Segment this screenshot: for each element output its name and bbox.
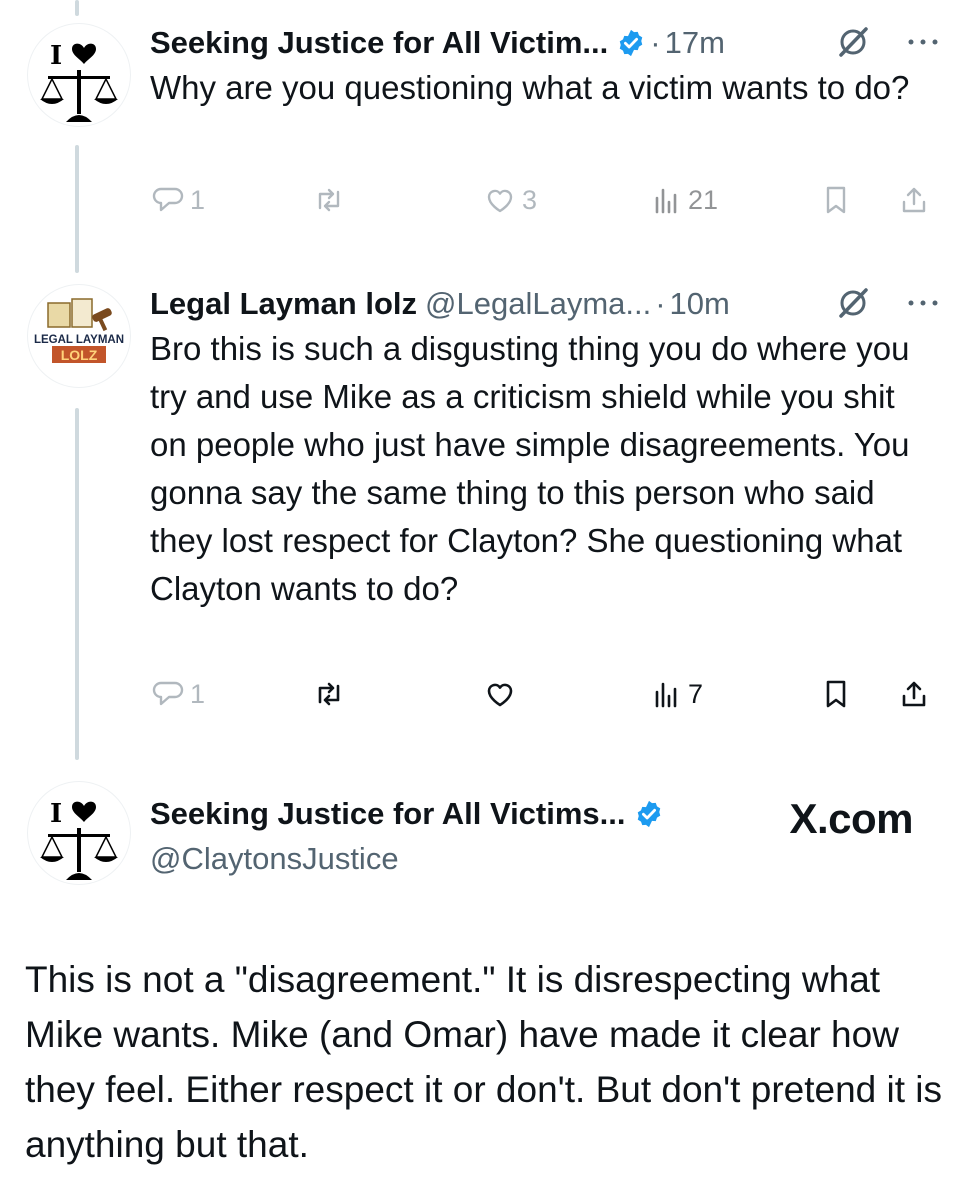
tweet-text: Bro this is such a disgusting thing you … bbox=[150, 330, 910, 607]
share-button[interactable] bbox=[898, 184, 930, 216]
heart-icon bbox=[487, 683, 513, 707]
avatar[interactable]: I bbox=[28, 24, 130, 126]
tweet-1[interactable]: Seeking Justice for All Victim... · 17m … bbox=[150, 22, 943, 112]
separator-dot: · bbox=[650, 25, 661, 60]
legal-layman-logo: LEGAL LAYMAN LOLZ bbox=[34, 298, 124, 363]
like-count: 3 bbox=[522, 184, 538, 215]
more-options-icon[interactable] bbox=[903, 24, 943, 60]
bookmark-icon bbox=[826, 186, 846, 214]
timestamp[interactable]: 10m bbox=[670, 286, 730, 322]
tweet-header: Legal Layman lolz @LegalLayma... · 10m bbox=[150, 283, 943, 325]
bookmark-icon bbox=[826, 680, 846, 708]
author-handle[interactable]: @LegalLayma... bbox=[425, 286, 651, 322]
author-handle[interactable]: @ClaytonsJustice bbox=[150, 835, 723, 883]
tweet-header: Seeking Justice for All Victim... · 17m bbox=[150, 22, 943, 64]
tweet-2[interactable]: Legal Layman lolz @LegalLayma... · 10m B… bbox=[150, 283, 943, 613]
reply-icon bbox=[152, 681, 184, 706]
avatar[interactable]: I bbox=[28, 782, 130, 884]
reply-icon bbox=[152, 187, 184, 212]
author-name[interactable]: Legal Layman lolz bbox=[150, 286, 417, 322]
share-icon bbox=[902, 187, 926, 213]
grok-icon[interactable] bbox=[835, 24, 871, 60]
svg-text:I: I bbox=[50, 41, 62, 71]
svg-text:I: I bbox=[50, 799, 62, 829]
grok-icon[interactable] bbox=[835, 285, 871, 321]
quoted-tweet-header[interactable]: Seeking Justice for All Victims... @Clay… bbox=[150, 793, 723, 883]
views-button[interactable]: 21 bbox=[650, 184, 718, 216]
site-watermark: X.com bbox=[789, 795, 913, 842]
thread-line-1 bbox=[75, 145, 79, 273]
tweet-2-actions: 1 7 bbox=[150, 678, 940, 718]
timestamp[interactable]: 17m bbox=[665, 25, 725, 61]
reply-count: 1 bbox=[190, 184, 206, 215]
retweet-button[interactable] bbox=[313, 184, 351, 216]
views-icon bbox=[655, 188, 677, 214]
more-options-icon[interactable] bbox=[903, 285, 943, 321]
share-icon bbox=[902, 681, 926, 707]
retweet-button[interactable] bbox=[313, 678, 351, 710]
views-button[interactable]: 7 bbox=[650, 678, 703, 710]
like-button[interactable] bbox=[484, 678, 522, 710]
bookmark-button[interactable] bbox=[820, 678, 852, 710]
author-name[interactable]: Seeking Justice for All Victim... bbox=[150, 25, 608, 61]
view-count: 7 bbox=[688, 678, 704, 709]
verified-badge-icon bbox=[637, 800, 660, 828]
tweet-header: Seeking Justice for All Victims... bbox=[150, 793, 723, 835]
author-name[interactable]: Seeking Justice for All Victims... bbox=[150, 796, 626, 832]
quoted-tweet-text: This is not a "disagreement." It is disr… bbox=[25, 959, 943, 1165]
reply-button[interactable]: 1 bbox=[152, 184, 205, 216]
i-love-justice-scales-icon: I bbox=[40, 41, 118, 122]
bookmark-button[interactable] bbox=[820, 184, 852, 216]
avatar[interactable]: LEGAL LAYMAN LOLZ bbox=[28, 285, 130, 387]
reply-count: 1 bbox=[190, 678, 206, 709]
separator-dot: · bbox=[655, 286, 666, 321]
tweet-text: Why are you questioning what a victim wa… bbox=[150, 69, 910, 106]
reply-button[interactable]: 1 bbox=[152, 678, 205, 710]
verified-badge-icon bbox=[620, 29, 643, 57]
share-button[interactable] bbox=[898, 678, 930, 710]
retweet-icon bbox=[318, 188, 340, 212]
heart-icon bbox=[487, 189, 513, 213]
thread-line-top bbox=[75, 0, 79, 16]
like-button[interactable]: 3 bbox=[484, 184, 537, 216]
logo-text-top: LEGAL LAYMAN bbox=[34, 334, 124, 346]
tweet-1-actions: 1 3 21 bbox=[150, 184, 940, 224]
retweet-icon bbox=[318, 682, 340, 706]
logo-text-bottom: LOLZ bbox=[61, 347, 98, 363]
views-icon bbox=[655, 682, 677, 708]
view-count: 21 bbox=[688, 184, 719, 215]
thread-line-2 bbox=[75, 408, 79, 760]
i-love-justice-scales-icon: I bbox=[40, 799, 118, 880]
